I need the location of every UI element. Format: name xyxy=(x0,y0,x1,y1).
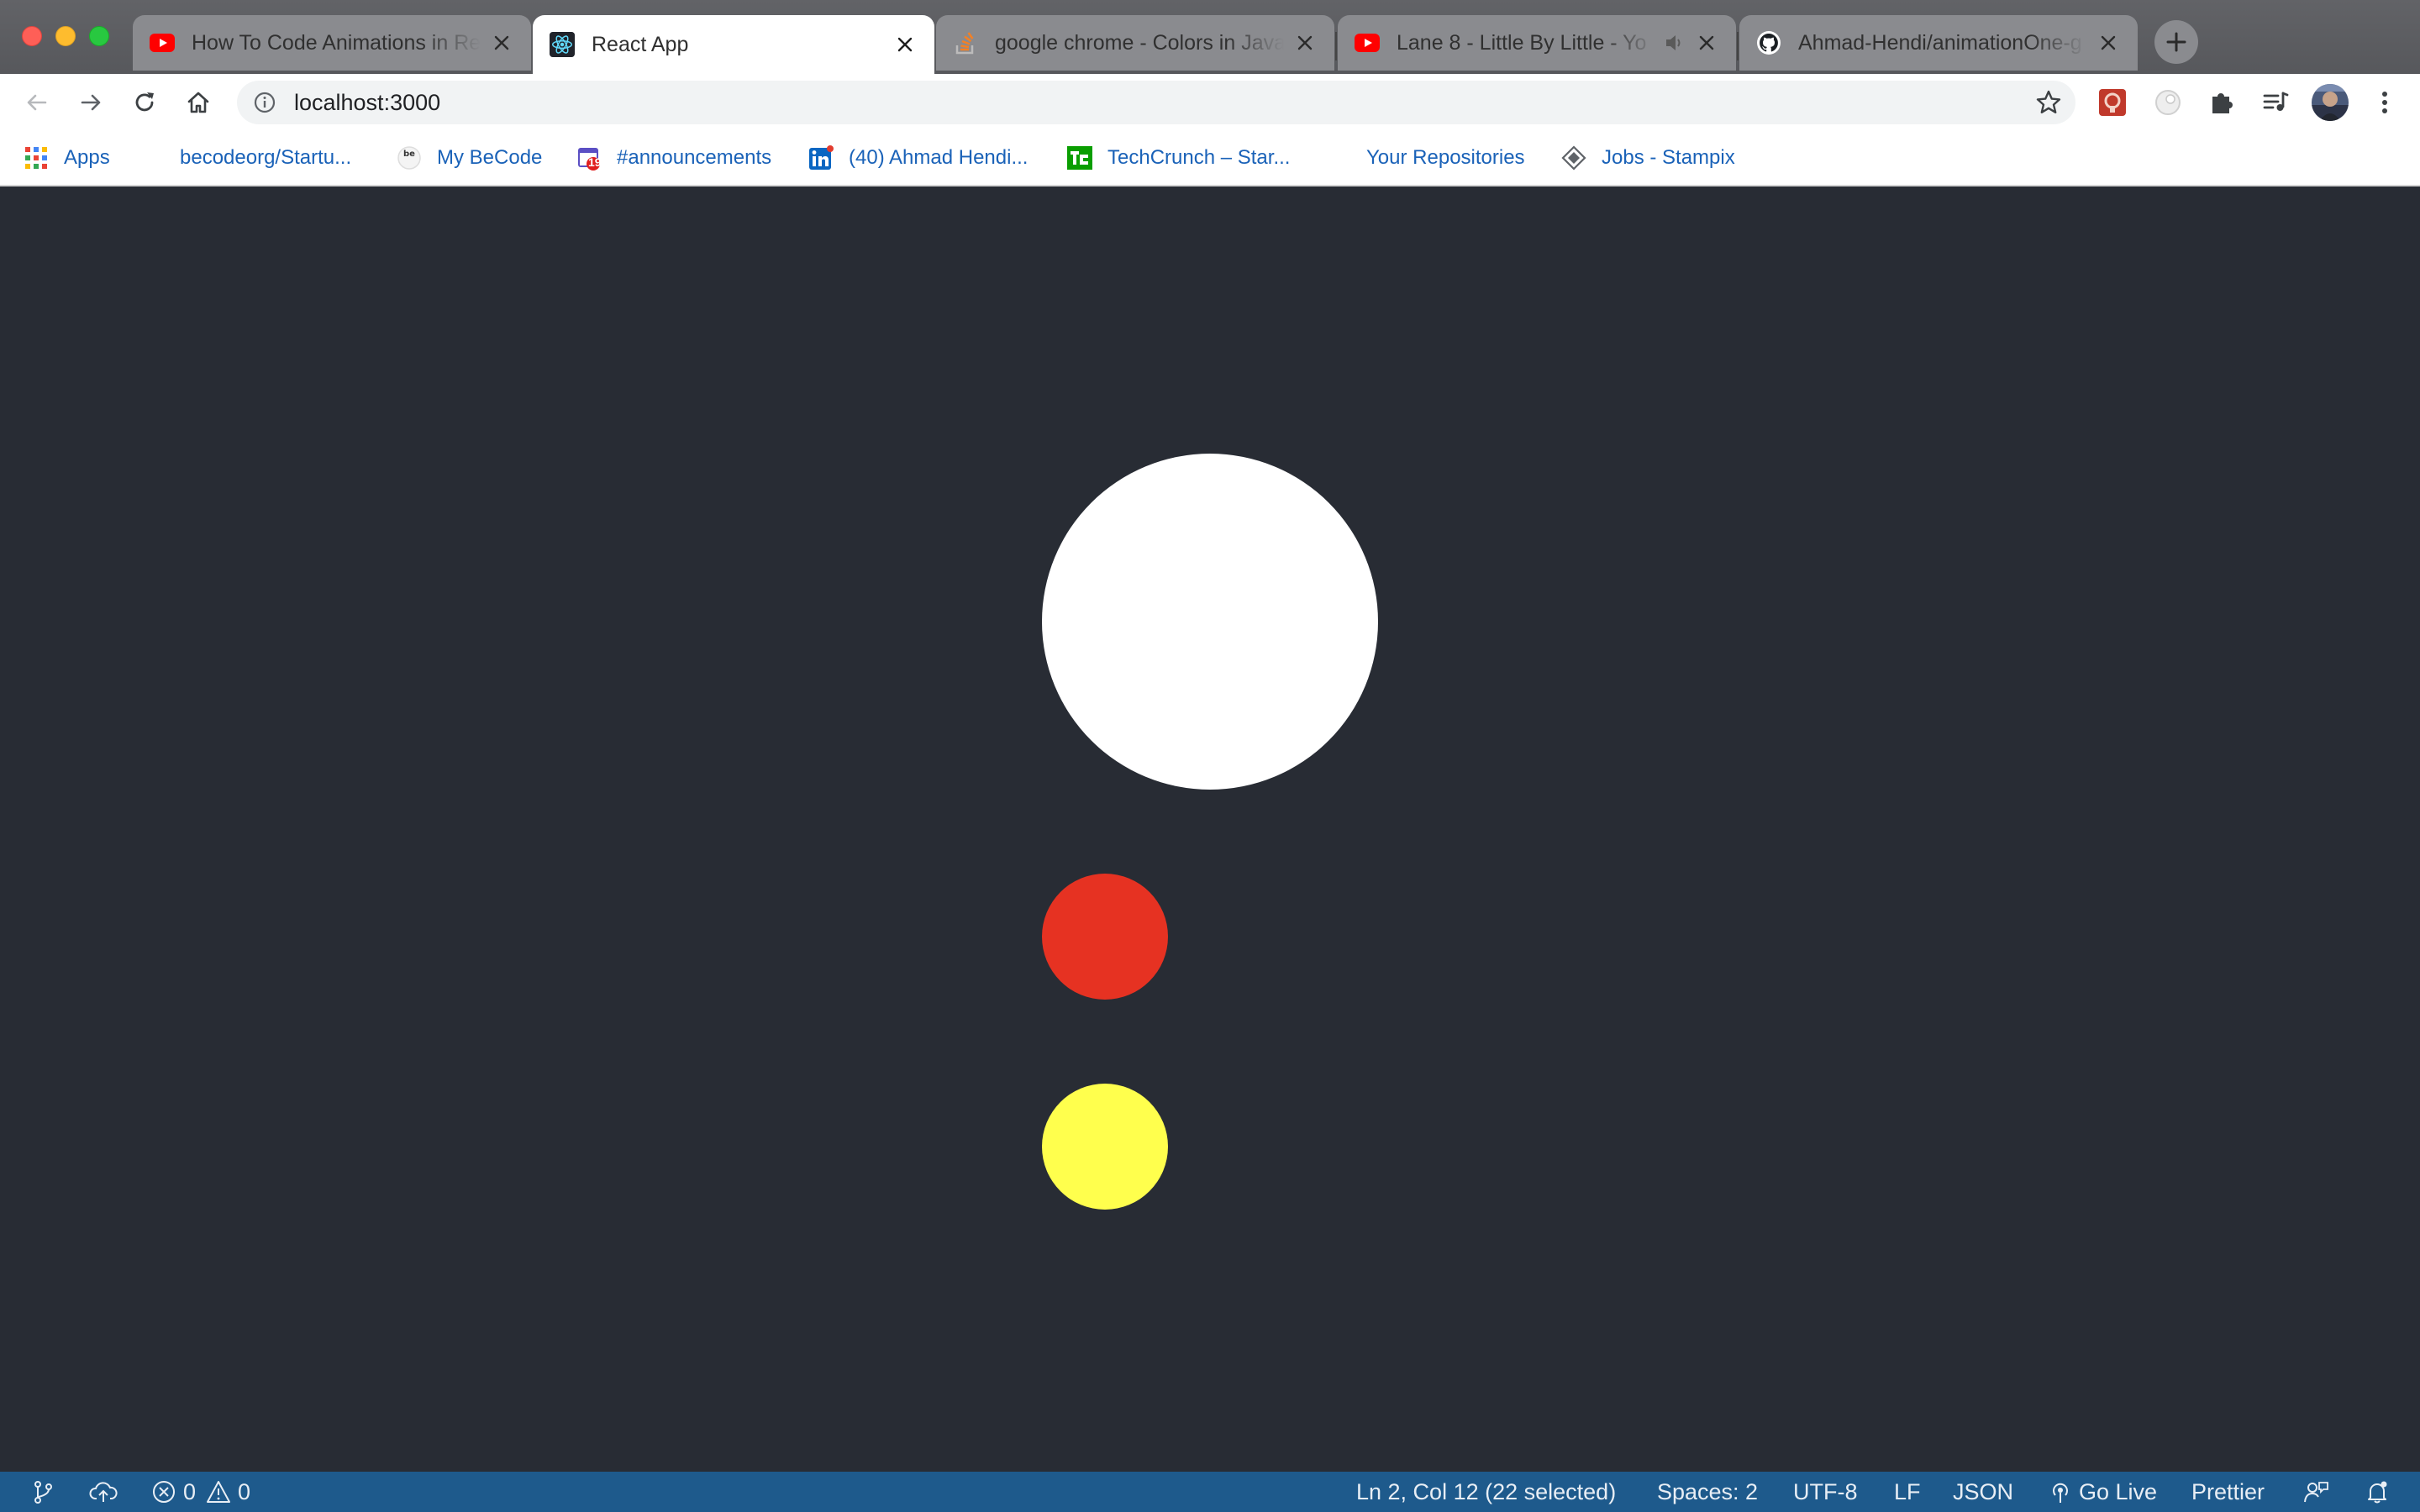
window-zoom-button[interactable] xyxy=(89,26,109,46)
bookmark-star-icon[interactable] xyxy=(2035,89,2062,116)
broadcast-icon xyxy=(2053,1483,2068,1503)
bookmark-label: Apps xyxy=(64,146,110,169)
notifications-bell-icon[interactable] xyxy=(2365,1472,2390,1512)
stackoverflow-icon xyxy=(953,30,978,55)
media-playlist-icon[interactable] xyxy=(2259,86,2292,119)
address-url: localhost:3000 xyxy=(294,89,441,115)
bookmark-label: (40) Ahmad Hendi... xyxy=(849,146,1028,169)
tab-react-app[interactable]: React App xyxy=(533,15,934,74)
tab-title: React App xyxy=(592,32,689,56)
globe-icon xyxy=(1326,145,1351,171)
tab-strip: How To Code Animations in Re React App g… xyxy=(0,0,2420,74)
forward-button[interactable] xyxy=(72,84,109,121)
react-icon xyxy=(550,32,575,57)
tab-title: Lane 8 - Little By Little - Yo xyxy=(1397,30,1647,55)
calendar-icon: 19 xyxy=(576,145,602,171)
yellow-circle xyxy=(1042,1084,1168,1210)
globe-icon xyxy=(139,145,165,171)
large-white-circle xyxy=(1042,454,1378,790)
bookmark-label: Jobs - Stampix xyxy=(1602,146,1735,169)
tab-separator xyxy=(1737,32,1739,60)
extension-red-icon[interactable] xyxy=(2096,86,2129,119)
error-count: 0 xyxy=(183,1478,197,1504)
go-live-label: Go Live xyxy=(2079,1478,2158,1504)
cursor-position[interactable]: Ln 2, Col 12 (22 selected) xyxy=(1356,1472,1616,1512)
close-tab-icon[interactable] xyxy=(489,30,514,55)
bookmark-my-becode[interactable]: be My BeCode xyxy=(397,143,542,173)
bookmark-label: My BeCode xyxy=(437,146,543,169)
bookmark-label: Your Repositories xyxy=(1366,146,1525,169)
tab-title: Ahmad-Hendi/animationOne-g xyxy=(1798,30,2082,55)
chrome-menu-icon[interactable] xyxy=(2368,86,2402,119)
arrow-left-icon xyxy=(27,94,47,111)
go-live-button[interactable]: Go Live xyxy=(2049,1472,2157,1512)
eol-setting[interactable]: LF xyxy=(1894,1472,1921,1512)
editor-status-bar: 0 0 Ln 2, Col 12 (22 selected) Spaces: 2… xyxy=(0,1472,2420,1512)
encoding-setting[interactable]: UTF-8 xyxy=(1793,1472,1858,1512)
tab-github-animationone[interactable]: Ahmad-Hendi/animationOne-g xyxy=(1739,15,2138,71)
apps-grid-icon xyxy=(24,145,49,171)
page-viewport xyxy=(0,186,2420,1472)
close-tab-icon[interactable] xyxy=(1694,30,1719,55)
github-icon xyxy=(1756,30,1781,55)
close-tab-icon[interactable] xyxy=(892,32,918,57)
back-button[interactable] xyxy=(18,84,55,121)
reload-icon xyxy=(135,92,154,112)
youtube-icon xyxy=(150,30,175,55)
speaker-icon[interactable] xyxy=(1664,32,1686,54)
linkedin-icon xyxy=(808,145,834,171)
cloud-upload-icon[interactable] xyxy=(89,1472,118,1512)
arrow-right-icon xyxy=(81,94,101,111)
reload-button[interactable] xyxy=(126,84,163,121)
home-button[interactable] xyxy=(180,84,217,121)
youtube-icon xyxy=(1355,30,1380,55)
address-bar[interactable]: localhost:3000 xyxy=(237,81,2075,124)
tab-title: google chrome - Colors in Java xyxy=(995,30,1284,55)
error-icon xyxy=(153,1481,175,1503)
stampix-icon xyxy=(1561,145,1586,171)
window-minimize-button[interactable] xyxy=(55,26,76,46)
extension-circle-icon[interactable] xyxy=(2151,86,2185,119)
info-icon[interactable] xyxy=(252,90,277,115)
new-tab-button[interactable] xyxy=(2154,20,2198,64)
svg-text:be: be xyxy=(403,150,415,159)
browser-toolbar: localhost:3000 xyxy=(0,74,2420,131)
bookmark-becodeorg[interactable]: becodeorg/Startu... xyxy=(139,143,351,173)
source-control-icon[interactable] xyxy=(30,1472,55,1512)
bookmark-label: becodeorg/Startu... xyxy=(180,146,352,169)
language-mode[interactable]: JSON xyxy=(1953,1472,2013,1512)
close-tab-icon[interactable] xyxy=(2096,30,2121,55)
red-circle xyxy=(1042,874,1168,1000)
tab-separator xyxy=(1335,32,1337,60)
bookmark-apps[interactable]: Apps xyxy=(24,143,110,173)
bookmark-linkedin[interactable]: (40) Ahmad Hendi... xyxy=(808,143,1028,173)
becode-icon: be xyxy=(397,145,422,171)
home-icon xyxy=(187,92,209,113)
bookmark-jobs-stampix[interactable]: Jobs - Stampix xyxy=(1561,143,1735,173)
calendar-badge: 19 xyxy=(588,155,602,169)
profile-avatar[interactable] xyxy=(2311,83,2349,122)
tab-title: How To Code Animations in Re xyxy=(192,30,481,55)
warning-icon xyxy=(207,1481,231,1503)
problems-indicator[interactable]: 0 0 xyxy=(151,1472,250,1512)
bookmarks-bar: Apps becodeorg/Startu... be My BeCode 19… xyxy=(0,131,2420,186)
tab-how-to-code-animations[interactable]: How To Code Animations in Re xyxy=(133,15,531,71)
window-close-button[interactable] xyxy=(22,26,42,46)
bookmark-label: TechCrunch – Star... xyxy=(1107,146,1291,169)
bookmark-announcements[interactable]: 19 #announcements xyxy=(576,143,771,173)
feedback-icon[interactable] xyxy=(2302,1472,2329,1512)
tab-lane-8-little-by-little[interactable]: Lane 8 - Little By Little - Yo xyxy=(1338,15,1736,71)
indentation-setting[interactable]: Spaces: 2 xyxy=(1657,1472,1758,1512)
prettier-status[interactable]: Prettier xyxy=(2191,1472,2265,1512)
warning-count: 0 xyxy=(238,1478,251,1504)
bookmark-techcrunch[interactable]: TechCrunch – Star... xyxy=(1067,143,1290,173)
plus-icon xyxy=(2166,32,2186,52)
tab-google-chrome-colors[interactable]: google chrome - Colors in Java xyxy=(936,15,1334,71)
close-tab-icon[interactable] xyxy=(1292,30,1318,55)
bookmark-label: #announcements xyxy=(617,146,772,169)
extensions-puzzle-icon[interactable] xyxy=(2205,86,2238,119)
techcrunch-icon xyxy=(1067,145,1092,171)
bookmark-your-repositories[interactable]: Your Repositories xyxy=(1326,143,1525,173)
